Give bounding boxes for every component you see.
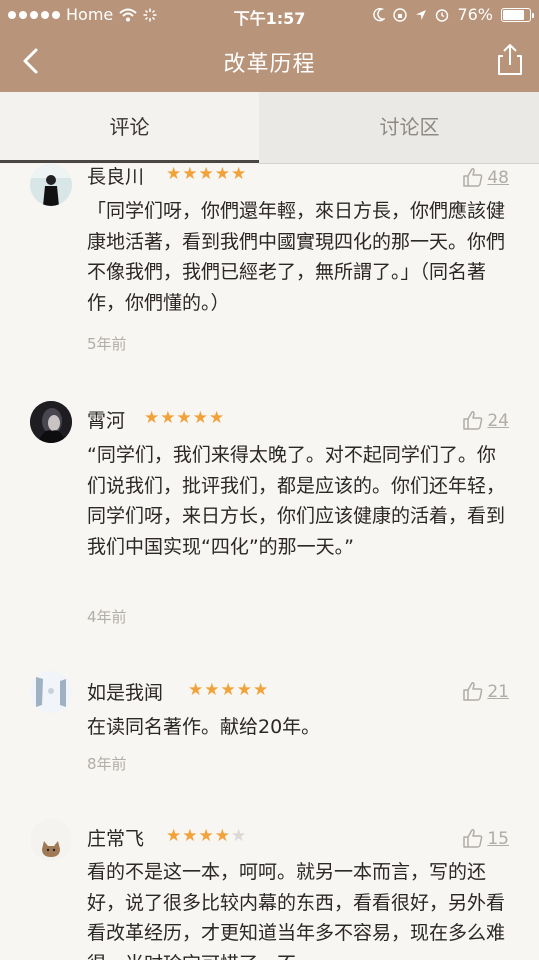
share-button[interactable] [495, 43, 525, 77]
review-time: 8年前 [87, 755, 127, 773]
user-avatar-image [30, 819, 72, 861]
like-button[interactable]: 15 [462, 827, 509, 849]
tab-bar: 评论 讨论区 [0, 92, 539, 164]
moon-icon [373, 7, 386, 21]
like-count: 21 [487, 682, 509, 702]
rating-stars: ★★★★★ [188, 680, 270, 700]
user-avatar-image [30, 164, 72, 206]
reviewer-name[interactable]: 庄常飞 [87, 824, 144, 851]
avatar[interactable] [30, 401, 72, 443]
orientation-lock-icon [393, 7, 408, 22]
battery-icon [501, 7, 534, 22]
user-avatar-image [30, 401, 72, 443]
rating-stars: ★★★★★ [166, 164, 248, 184]
like-button[interactable]: 21 [462, 680, 509, 702]
thumbs-up-icon [463, 829, 483, 848]
like-count: 15 [487, 829, 509, 849]
review-text: “同学们，我们来得太晚了。对不起同学们了。你们说我们，批评我们，都是应该的。你们… [87, 444, 506, 558]
avatar[interactable] [30, 164, 72, 206]
status-right: 76% [373, 5, 534, 24]
page-title: 改革历程 [223, 52, 316, 77]
user-avatar-image [30, 671, 72, 713]
review-text: 在读同名著作。献给20年。 [87, 716, 321, 738]
battery-percent: 76% [457, 5, 493, 24]
rating-stars: ★★★★★ [166, 826, 248, 846]
like-count: 24 [487, 411, 509, 431]
review-time: 5年前 [87, 335, 127, 353]
review-list[interactable]: 長良川 ★★★★★ 48 「同学们呀，你們還年輕，來日方長，你們應該健康地活著，… [0, 164, 539, 960]
tab-reviews[interactable]: 评论 [0, 92, 259, 164]
like-button[interactable]: 24 [462, 409, 509, 431]
review-time: 4年前 [87, 608, 127, 626]
reviewer-name[interactable]: 如是我闻 [87, 678, 163, 705]
reviewer-name[interactable]: 霄河 [87, 406, 125, 433]
tab-discussion[interactable]: 讨论区 [280, 92, 539, 164]
alarm-clock-icon [436, 8, 449, 22]
thumbs-up-icon [463, 682, 483, 701]
review-text: 「同学们呀，你們還年輕，來日方長，你們應該健康地活著，看到我們中國實現四化的那一… [87, 200, 506, 314]
thumbs-up-icon [463, 168, 483, 187]
active-tab-indicator [0, 160, 259, 163]
avatar[interactable] [30, 819, 72, 861]
navigation-bar: 改革历程 [0, 32, 539, 92]
thumbs-up-icon [463, 411, 483, 430]
review-text: 看的不是这一本，呵呵。就另一本而言，写的还好，说了很多比较内幕的东西，看看很好，… [87, 861, 506, 960]
status-bar: Home 下午1:57 76% [0, 0, 539, 32]
like-count: 48 [487, 168, 509, 188]
reviewer-name[interactable]: 長良川 [87, 164, 144, 189]
rating-stars: ★★★★★ [144, 408, 226, 428]
avatar[interactable] [30, 671, 72, 713]
location-arrow-icon [416, 9, 427, 20]
like-button[interactable]: 48 [462, 166, 509, 188]
